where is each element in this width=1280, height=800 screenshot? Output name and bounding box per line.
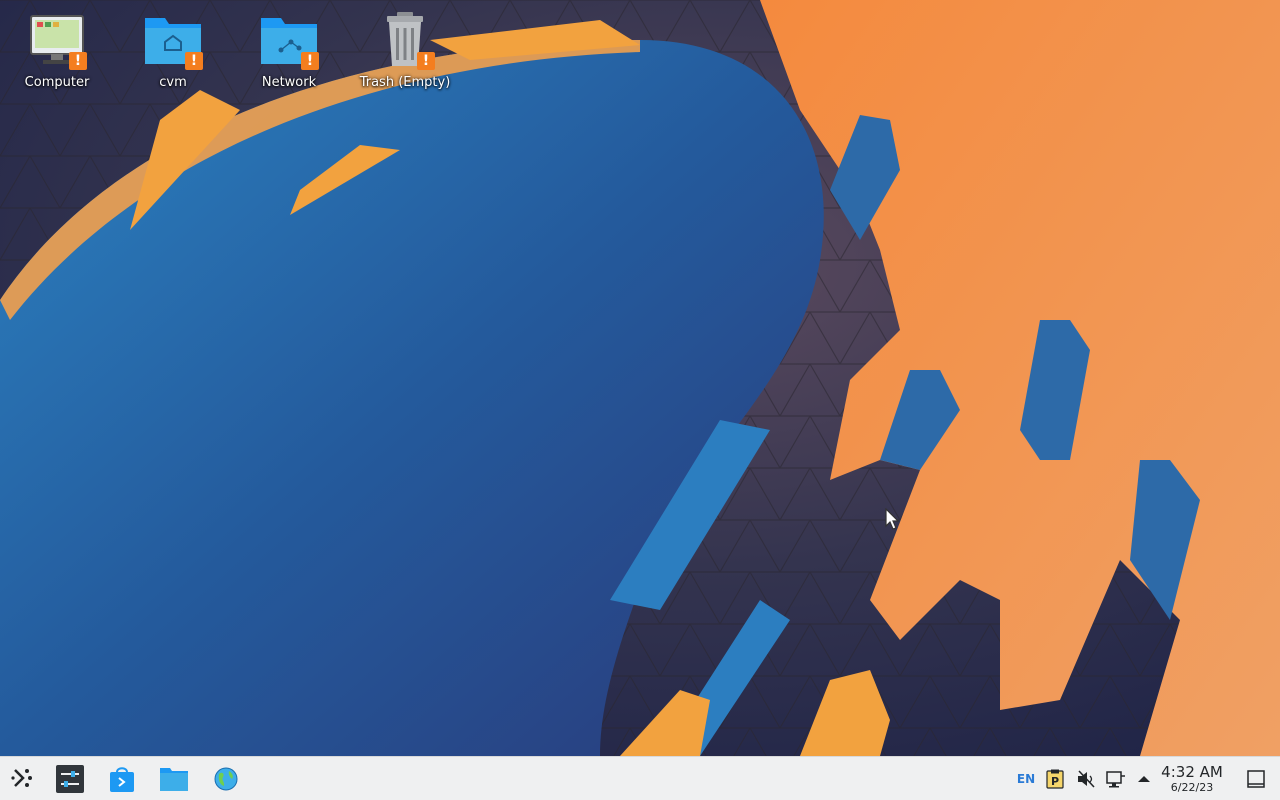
desktop-icon-home-folder[interactable]: ! cvm (118, 10, 228, 100)
tray-expand-button[interactable] (1134, 769, 1154, 789)
home-folder-icon: ! (141, 10, 205, 70)
desktop-icon-network[interactable]: ! Network (234, 10, 344, 100)
trash-icon: ! (373, 10, 437, 70)
svg-text:P: P (1051, 775, 1059, 788)
computer-icon: ! (25, 10, 89, 70)
task-system-settings[interactable] (54, 763, 86, 795)
task-web-browser[interactable] (210, 763, 242, 795)
digital-clock[interactable]: 4:32 AM 6/22/23 (1156, 763, 1228, 794)
desktop-icon-label: Computer (24, 75, 90, 90)
clock-time: 4:32 AM (1161, 763, 1223, 781)
system-settings-icon (56, 765, 84, 793)
mouse-pointer-icon (885, 508, 900, 530)
application-launcher-icon (11, 769, 32, 787)
task-discover[interactable] (106, 763, 138, 795)
desktop-icon-label: Trash (Empty) (359, 75, 451, 90)
desktop-icon-label: cvm (159, 75, 187, 90)
klipper-clipboard-icon: P (1046, 769, 1064, 789)
tray-expand-arrow-icon (1138, 776, 1150, 782)
clock-date: 6/22/23 (1170, 781, 1214, 794)
network-tray-button[interactable] (1105, 769, 1127, 789)
web-browser-icon (214, 767, 238, 791)
keyboard-layout-indicator[interactable]: EN (1014, 769, 1038, 789)
desktop-icon-computer[interactable]: ! Computer (2, 10, 112, 100)
desktop-icon-label: Network (261, 75, 317, 90)
keyboard-layout-label: EN (1016, 772, 1036, 786)
discover-store-icon (110, 767, 134, 792)
volume-muted-icon (1078, 770, 1095, 788)
warning-badge-icon: ! (185, 52, 203, 70)
wallpaper (0, 0, 1280, 756)
task-file-manager[interactable] (158, 763, 190, 795)
desktop[interactable]: ! Computer ! cvm ! Network ! Trash (Empt… (0, 0, 1280, 756)
network-wired-icon (1106, 771, 1125, 788)
show-desktop-button[interactable] (1240, 763, 1272, 795)
warning-badge-icon: ! (301, 52, 319, 70)
volume-tray-button[interactable] (1075, 769, 1097, 789)
clipboard-tray-button[interactable]: P (1045, 769, 1065, 789)
warning-badge-icon: ! (417, 52, 435, 70)
desktop-icon-trash[interactable]: ! Trash (Empty) (350, 10, 460, 100)
taskbar-panel: EN P 4:32 AM 6/22/23 (0, 756, 1280, 800)
warning-badge-icon: ! (69, 52, 87, 70)
file-manager-icon (160, 768, 188, 791)
application-launcher-button[interactable] (6, 763, 38, 795)
show-desktop-icon (1247, 770, 1265, 788)
network-folder-icon: ! (257, 10, 321, 70)
